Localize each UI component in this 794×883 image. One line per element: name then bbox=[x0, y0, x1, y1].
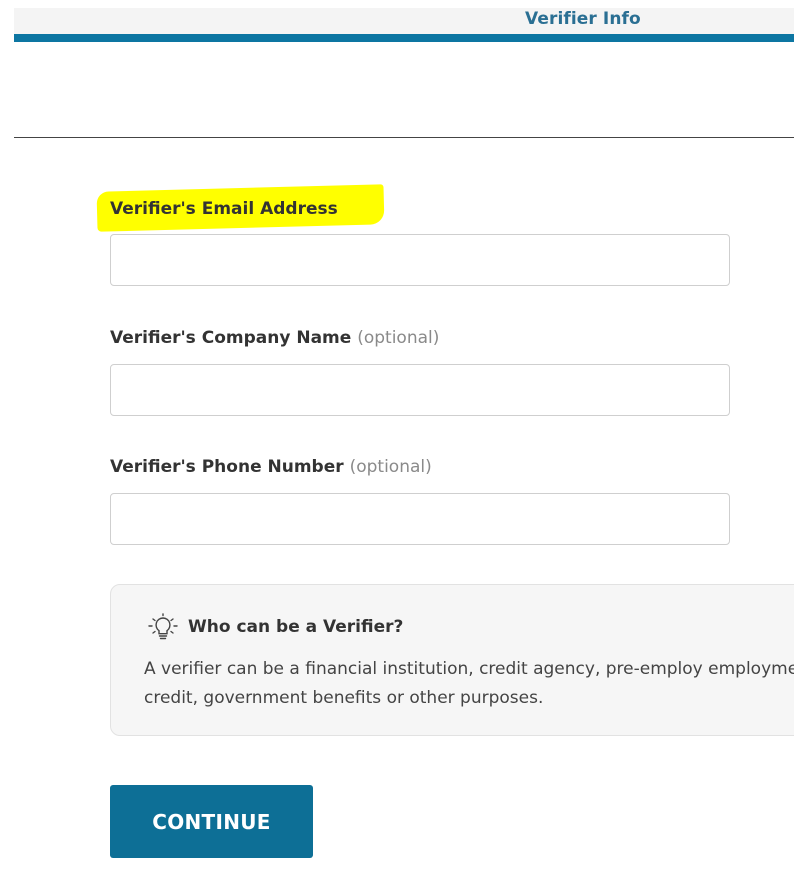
tab-strip bbox=[14, 8, 794, 34]
phone-label-text: Verifier's Phone Number bbox=[110, 457, 344, 477]
company-label-text: Verifier's Company Name bbox=[110, 328, 352, 348]
email-label: Verifier's Email Address bbox=[110, 199, 338, 219]
email-field[interactable] bbox=[110, 234, 730, 286]
page-top bbox=[0, 0, 794, 8]
continue-button[interactable]: CONTINUE bbox=[110, 785, 313, 858]
company-label: Verifier's Company Name (optional) bbox=[110, 328, 439, 348]
phone-label: Verifier's Phone Number (optional) bbox=[110, 457, 432, 477]
tab-verifier-info[interactable]: Verifier Info bbox=[525, 9, 641, 29]
info-text: A verifier can be a financial institutio… bbox=[144, 659, 794, 708]
company-name-field[interactable] bbox=[110, 364, 730, 416]
section-divider bbox=[14, 137, 794, 138]
tab-active-bar bbox=[14, 34, 794, 42]
company-optional-text: (optional) bbox=[357, 328, 440, 348]
verifier-info-box: Who can be a Verifier? A verifier can be… bbox=[110, 584, 794, 736]
lightbulb-icon bbox=[148, 613, 178, 640]
phone-optional-text: (optional) bbox=[349, 457, 432, 477]
phone-number-field[interactable] bbox=[110, 493, 730, 545]
info-title: Who can be a Verifier? bbox=[188, 617, 404, 637]
email-label-text: Verifier's Email Address bbox=[110, 199, 338, 219]
